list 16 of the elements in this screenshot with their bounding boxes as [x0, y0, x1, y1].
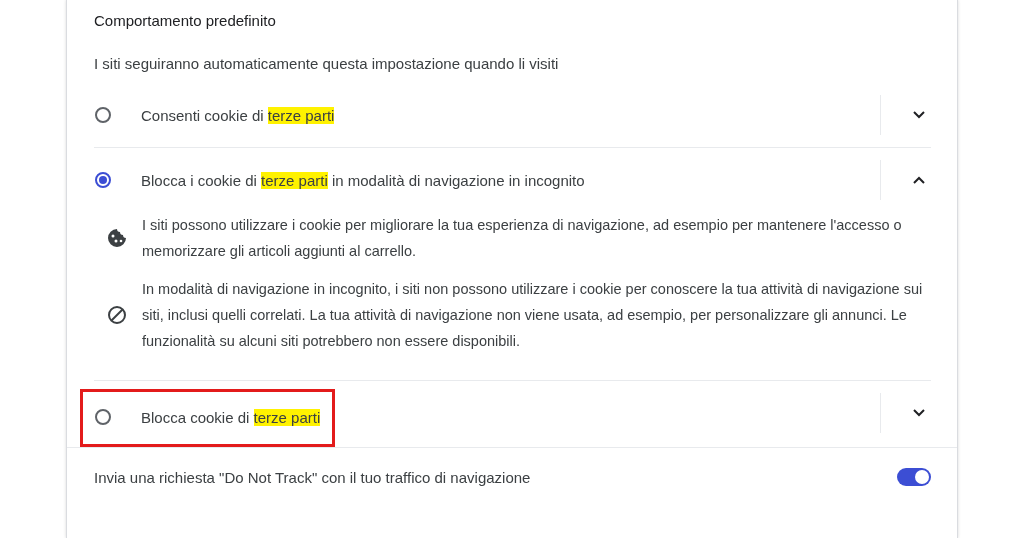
radio-button[interactable]	[95, 107, 111, 123]
chevron-down-icon	[913, 409, 925, 417]
option-label: Consenti cookie di terze parti	[141, 106, 335, 124]
blocked-icon	[107, 305, 127, 325]
radio-button[interactable]	[95, 409, 111, 425]
detail-text: I siti possono utilizzare i cookie per migliorare la tua esperienza di navigazione, ad esempio per mantenere l'accesso o memorizzare gli articoli aggiunti al carrello.	[142, 216, 903, 261]
detail-text: In modalità di navigazione in incognito, i siti non possono utilizzare i cookie per conoscere la tua attività di navigazione sui siti, inclusi quelli correlati. La tua attività di navigazione non viene usata, ad esempio, per personalizzare gli annunci. Le funzionalità su alcuni siti potrebbero non essere disponibili.	[142, 280, 924, 351]
section-description: I siti seguiranno automaticamente questa impostazione quando li visiti	[93, 54, 560, 73]
chevron-up-icon	[913, 176, 925, 184]
section-title: Comportamento predefinito	[93, 11, 277, 30]
radio-button[interactable]	[95, 172, 111, 188]
chevron-down-icon	[913, 111, 925, 119]
toggle-switch[interactable]	[897, 468, 931, 486]
setting-label: Invia una richiesta "Do Not Track" con il tuo traffico di navigazione	[94, 468, 531, 486]
cookie-icon	[107, 228, 127, 248]
option-label: Blocca i cookie di terze parti in modalità di navigazione in incognito	[141, 171, 585, 189]
